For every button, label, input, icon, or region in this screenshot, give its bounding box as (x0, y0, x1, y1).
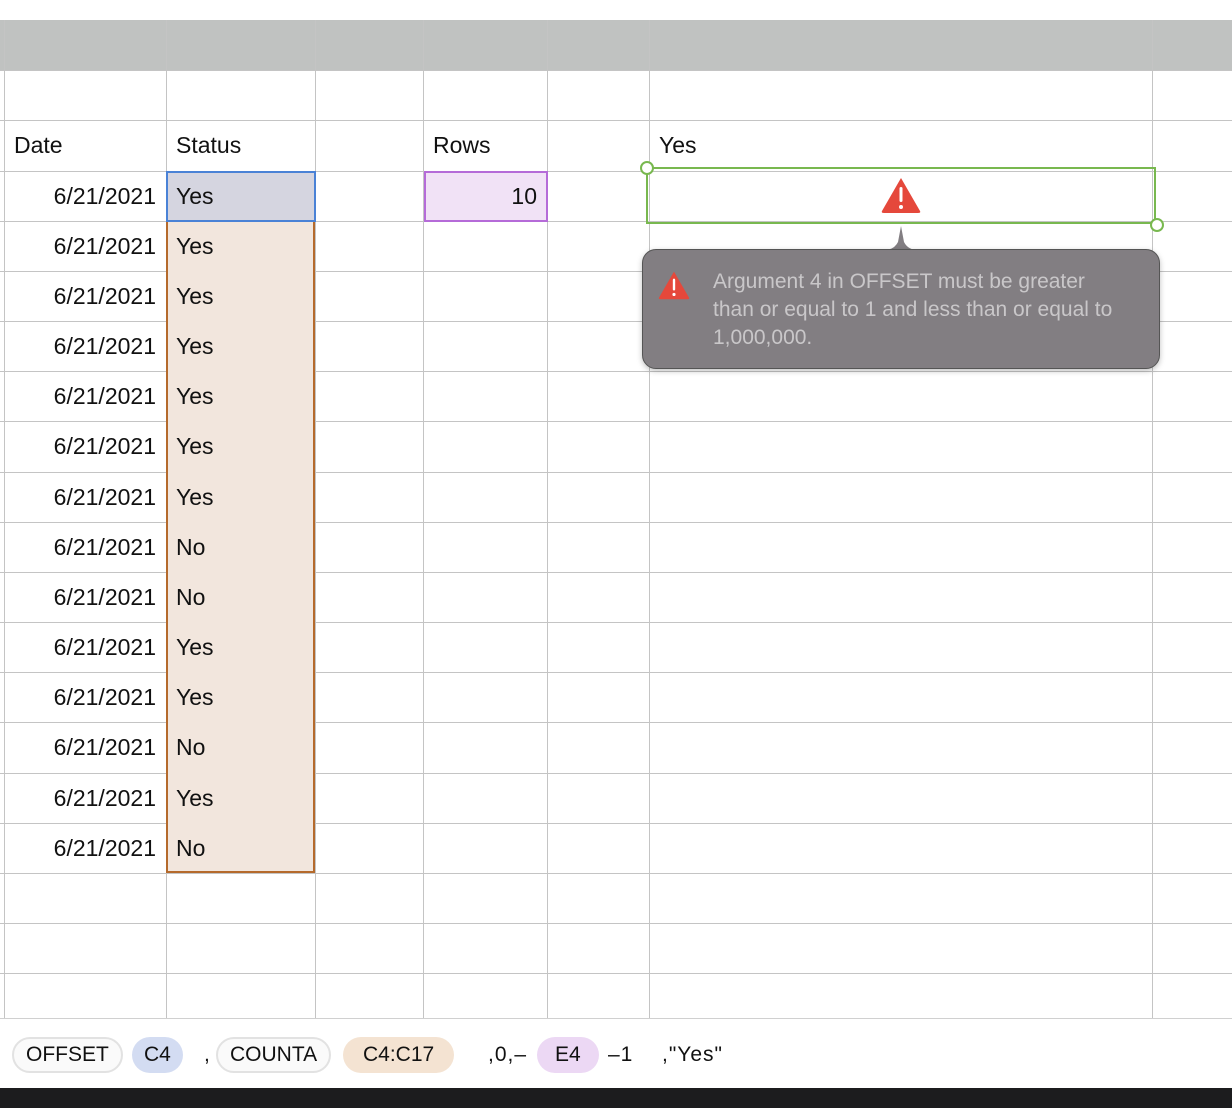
date-cell[interactable]: 6/21/2021 (4, 722, 166, 773)
status-cell[interactable]: Yes (166, 221, 315, 271)
status-cell[interactable]: Yes (166, 371, 315, 421)
date-cell[interactable]: 6/21/2021 (4, 321, 166, 371)
date-cell[interactable]: 6/21/2021 (4, 773, 166, 823)
cell-rows-value[interactable]: 10 (423, 171, 547, 221)
warning-icon (658, 271, 690, 300)
date-cell[interactable]: 6/21/2021 (4, 371, 166, 421)
tooltip-arrow (884, 226, 918, 250)
status-cell[interactable]: Yes (166, 622, 315, 672)
column-gridline (315, 20, 316, 1018)
date-cell[interactable]: 6/21/2021 (4, 221, 166, 271)
warning-icon[interactable] (880, 176, 922, 214)
row-gridline (0, 973, 1232, 974)
header-status[interactable]: Status (166, 120, 315, 171)
formula-criteria: ,"Yes" (662, 1043, 724, 1066)
status-cell[interactable]: No (166, 572, 315, 622)
date-cell[interactable]: 6/21/2021 (4, 472, 166, 522)
status-cell[interactable]: Yes (166, 421, 315, 472)
date-cell[interactable]: 6/21/2021 (4, 271, 166, 321)
selection-handle-top-left[interactable] (640, 161, 654, 175)
formula-ref-e4[interactable]: E4 (537, 1037, 599, 1073)
row-gridline (0, 70, 1232, 71)
status-cell[interactable]: No (166, 522, 315, 572)
row-gridline (0, 873, 1232, 874)
status-cell[interactable]: No (166, 823, 315, 873)
header-date[interactable]: Date (4, 120, 166, 171)
formula-ref-c4[interactable]: C4 (132, 1037, 183, 1073)
row-gridline (0, 923, 1232, 924)
status-cell[interactable]: Yes (166, 321, 315, 371)
formula-token-counta[interactable]: COUNTA (216, 1037, 332, 1073)
formula-args: ,0,– (488, 1043, 528, 1066)
error-message: Argument 4 in OFFSET must be greater tha… (713, 270, 1113, 349)
status-cell[interactable]: Yes (166, 472, 315, 522)
formula-ref-c4-c17[interactable]: C4:C17 (343, 1037, 455, 1073)
date-cell[interactable]: 6/21/2021 (4, 171, 166, 221)
header-rows[interactable]: Rows (423, 120, 547, 171)
selection-handle-bottom-right[interactable] (1150, 218, 1164, 232)
status-cell[interactable]: Yes (166, 672, 315, 722)
date-cell[interactable]: 6/21/2021 (4, 823, 166, 873)
date-cell[interactable]: 6/21/2021 (4, 421, 166, 472)
column-gridline (547, 20, 548, 1018)
header-yes[interactable]: Yes (649, 120, 1152, 171)
background-window-strip (0, 1088, 1232, 1108)
date-cell[interactable]: 6/21/2021 (4, 672, 166, 722)
formula-minus-one: –1 (608, 1043, 634, 1066)
status-cell[interactable]: Yes (166, 171, 315, 221)
formula-token-offset[interactable]: OFFSET (12, 1037, 123, 1073)
status-cell[interactable]: No (166, 722, 315, 773)
date-cell[interactable]: 6/21/2021 (4, 622, 166, 672)
error-tooltip: Argument 4 in OFFSET must be greater tha… (642, 249, 1160, 369)
date-cell[interactable]: 6/21/2021 (4, 522, 166, 572)
status-cell[interactable]: Yes (166, 773, 315, 823)
status-cell[interactable]: Yes (166, 271, 315, 321)
date-cell[interactable]: 6/21/2021 (4, 572, 166, 622)
column-header-bar (0, 20, 1232, 71)
formula-separator: , (204, 1043, 211, 1066)
